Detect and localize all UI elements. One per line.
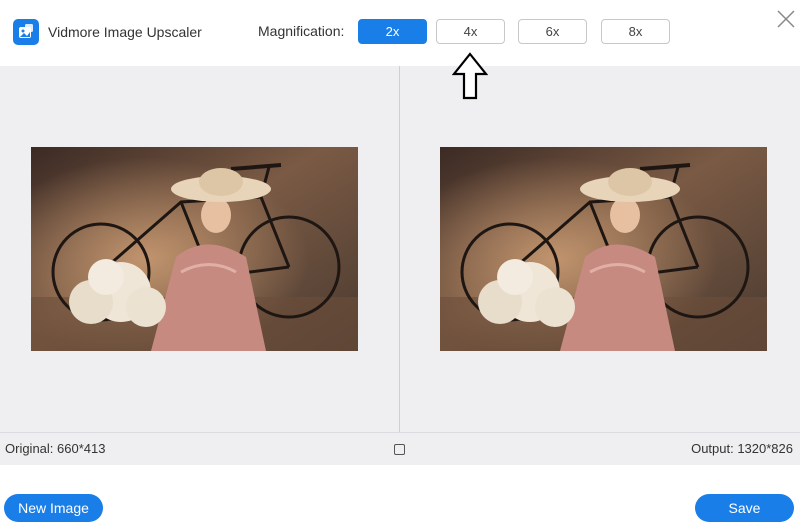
save-button[interactable]: Save xyxy=(695,494,794,522)
compare-square-icon[interactable] xyxy=(394,444,405,455)
original-size-text: Original: 660*413 xyxy=(5,441,106,456)
output-image xyxy=(440,147,767,351)
image-upscaler-logo-icon xyxy=(13,19,39,45)
magnification-4x-button[interactable]: 4x xyxy=(436,19,505,44)
preview-area xyxy=(0,66,800,432)
up-arrow-icon xyxy=(451,52,489,100)
preview-divider xyxy=(399,66,400,432)
magnification-label: Magnification: xyxy=(258,23,345,39)
magnification-8x-button[interactable]: 8x xyxy=(601,19,670,44)
original-image xyxy=(31,147,358,351)
new-image-button[interactable]: New Image xyxy=(4,494,103,522)
output-size-text: Output: 1320*826 xyxy=(691,441,793,456)
magnification-6x-button[interactable]: 6x xyxy=(518,19,587,44)
info-bar: Original: 660*413 Output: 1320*826 xyxy=(0,432,800,465)
magnification-2x-button[interactable]: 2x xyxy=(358,19,427,44)
header: Vidmore Image Upscaler Magnification: 2x… xyxy=(0,0,800,66)
app-title: Vidmore Image Upscaler xyxy=(48,24,202,40)
close-icon[interactable] xyxy=(776,9,796,29)
